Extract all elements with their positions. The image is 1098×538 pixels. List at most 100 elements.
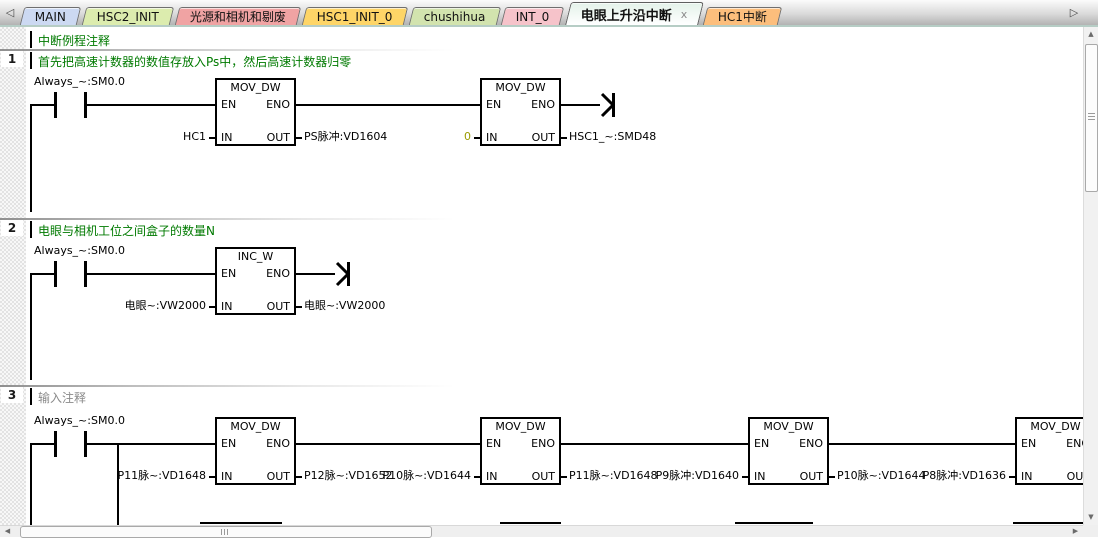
horizontal-scrollbar-thumb[interactable]: [20, 526, 432, 538]
tab-dianyan-rising-interrupt[interactable]: 电眼上升沿中断 x: [565, 2, 703, 25]
tab-main[interactable]: MAIN: [20, 7, 82, 25]
pin-in: IN: [486, 131, 497, 144]
clipped-block-top: [735, 522, 813, 524]
tab-int-0[interactable]: INT_0: [501, 7, 565, 25]
pin-en: EN: [1021, 437, 1036, 450]
wire: [30, 273, 55, 275]
contact-operand[interactable]: Always_~:SM0.0: [34, 75, 125, 89]
pin-stub: [829, 476, 835, 478]
tab-label: chushihua: [424, 10, 486, 24]
tab-label: HSC1_INIT_0: [317, 10, 393, 24]
pin-in: IN: [1021, 470, 1032, 483]
contact-bar[interactable]: [54, 431, 57, 457]
scroll-left-icon[interactable]: ◀: [0, 526, 15, 537]
pin-stub: [474, 476, 480, 478]
block-title: MOV_DW: [482, 420, 559, 433]
tab-label: 电眼上升沿中断: [581, 5, 672, 24]
operand-out[interactable]: 电眼~:VW2000: [304, 299, 385, 313]
pin-stub: [742, 476, 748, 478]
clipped-block-top: [200, 522, 282, 524]
block-title: MOV_DW: [750, 420, 827, 433]
network-number: 2: [1, 220, 23, 236]
branch-wire: [117, 443, 119, 525]
pin-in: IN: [221, 300, 232, 313]
block-title: INC_W: [217, 250, 294, 263]
pin-eno: ENO: [266, 437, 290, 450]
pin-out: OUT: [267, 300, 290, 313]
tab-scroll-right-icon[interactable]: ▷: [1066, 4, 1082, 22]
tab-hsc1-init-0[interactable]: HSC1_INIT_0: [302, 7, 408, 25]
clipped-block-top: [1013, 522, 1083, 524]
function-block-mov-dw[interactable]: MOV_DW EN ENO IN OUT: [748, 417, 829, 485]
network-separator: [0, 385, 1083, 387]
pin-stub: [209, 306, 215, 308]
operand-out[interactable]: PS脉冲:VD1604: [304, 130, 387, 144]
wire: [30, 104, 55, 106]
contact-bar[interactable]: [54, 92, 57, 118]
pin-stub: [296, 306, 302, 308]
tab-chushihua[interactable]: chushihua: [409, 7, 501, 25]
block-title: MOV_DW: [482, 81, 559, 94]
tab-hsc2-init[interactable]: HSC2_INIT: [82, 7, 175, 25]
horizontal-scrollbar[interactable]: ◀ ▶: [0, 525, 1083, 537]
function-block-mov-dw[interactable]: MOV_DW EN ENO IN OUT: [480, 78, 561, 146]
network-1-comment[interactable]: 首先把高速计数器的数值存放入Ps中，然后高速计数器归零: [38, 53, 351, 70]
contact-operand[interactable]: Always_~:SM0.0: [34, 414, 125, 428]
operand-in-constant[interactable]: 0: [420, 130, 471, 144]
pin-eno: ENO: [266, 267, 290, 280]
scrollbar-corner: [1083, 525, 1098, 537]
tab-label: HC1中断: [718, 8, 767, 25]
pin-stub: [561, 476, 567, 478]
pin-stub: [296, 137, 302, 139]
power-rail: [30, 443, 32, 525]
open-wire-arrow-icon[interactable]: [335, 260, 353, 288]
network-separator: [0, 49, 1083, 51]
pin-in: IN: [754, 470, 765, 483]
vertical-scrollbar-thumb[interactable]: [1085, 44, 1098, 192]
pin-in: IN: [221, 470, 232, 483]
pin-eno: ENO: [531, 437, 555, 450]
wire: [296, 443, 480, 445]
tab-scroll-left-icon[interactable]: ◁: [2, 4, 18, 22]
network-2-comment[interactable]: 电眼与相机工位之间盒子的数量N: [38, 222, 215, 239]
vertical-scrollbar[interactable]: ▲ ▼: [1083, 27, 1098, 525]
pin-out: OUT: [532, 470, 555, 483]
scroll-down-icon[interactable]: ▼: [1084, 510, 1098, 525]
comment-marker-bar: [30, 388, 32, 405]
operand-in[interactable]: HC1: [120, 130, 206, 144]
pin-out: OUT: [1067, 470, 1083, 483]
program-header-comment[interactable]: 中断例程注释: [38, 32, 110, 49]
operand-out[interactable]: HSC1_~:SMD48: [569, 130, 656, 144]
pin-stub: [296, 476, 302, 478]
function-block-mov-dw[interactable]: MOV_DW EN ENO IN OUT: [1015, 417, 1083, 485]
scroll-up-icon[interactable]: ▲: [1084, 27, 1098, 42]
scroll-right-icon[interactable]: ▶: [1068, 526, 1083, 537]
pin-eno: ENO: [799, 437, 823, 450]
pin-out: OUT: [800, 470, 823, 483]
pin-stub: [474, 137, 480, 139]
open-wire-arrow-icon[interactable]: [600, 91, 618, 119]
block-title: MOV_DW: [217, 81, 294, 94]
operand-in[interactable]: P9脉冲:VD1640: [635, 469, 739, 483]
operand-in[interactable]: 电眼~:VW2000: [110, 299, 206, 313]
network-3-comment[interactable]: 输入注释: [38, 389, 86, 406]
operand-in[interactable]: P10脉~:VD1644: [365, 469, 471, 483]
operand-in[interactable]: P8脉冲:VD1636: [900, 469, 1006, 483]
tab-hc1-interrupt[interactable]: HC1中断: [703, 7, 783, 25]
contact-operand[interactable]: Always_~:SM0.0: [34, 244, 125, 258]
tab-label: INT_0: [516, 10, 549, 24]
power-rail: [30, 104, 32, 212]
operand-in[interactable]: P11脉~:VD1648: [100, 469, 206, 483]
tab-label: MAIN: [35, 10, 66, 24]
wire: [296, 104, 480, 106]
function-block-mov-dw[interactable]: MOV_DW EN ENO IN OUT: [215, 78, 296, 146]
function-block-mov-dw[interactable]: MOV_DW EN ENO IN OUT: [480, 417, 561, 485]
function-block-mov-dw[interactable]: MOV_DW EN ENO IN OUT: [215, 417, 296, 485]
tab-light-camera-reject[interactable]: 光源和相机和剔废: [175, 7, 302, 25]
close-icon[interactable]: x: [681, 8, 688, 21]
function-block-inc-w[interactable]: INC_W EN ENO IN OUT: [215, 247, 296, 315]
pin-stub: [209, 476, 215, 478]
pin-eno: ENO: [531, 98, 555, 111]
pin-in: IN: [221, 131, 232, 144]
contact-bar[interactable]: [54, 261, 57, 287]
